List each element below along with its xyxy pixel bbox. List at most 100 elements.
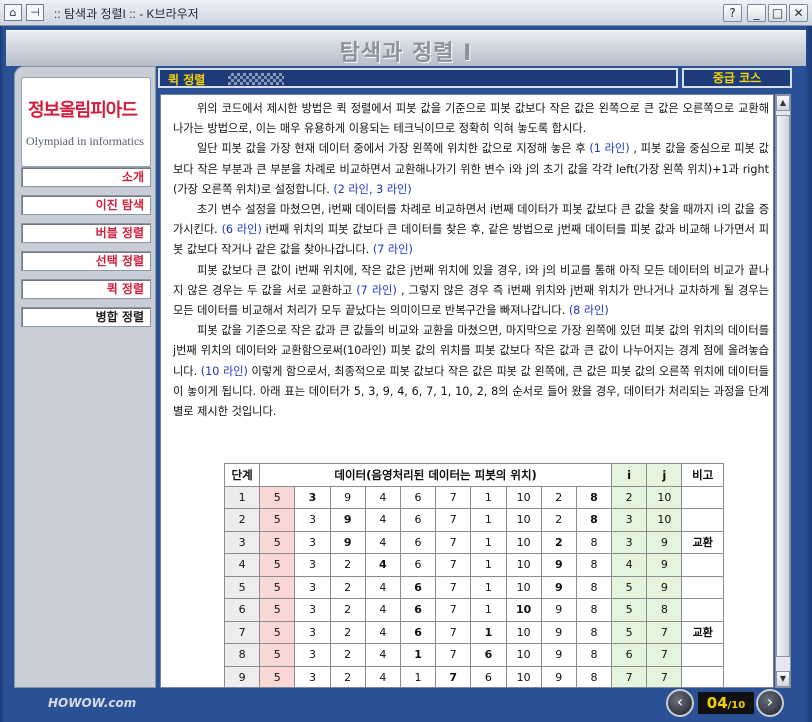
step-cell: 6 [223,598,261,622]
note-cell [681,643,724,667]
data-cell: 3 [294,620,331,644]
pin-icon[interactable]: ⊣ [26,4,44,21]
header-j: j [646,463,683,487]
j-cell: 10 [646,508,683,532]
paragraph-1-text: 위의 코드에서 제시한 방법은 퀵 정렬에서 피봇 값을 기준으로 피봇 값보다… [173,102,769,136]
step-cell: 7 [223,620,261,644]
scroll-up-icon[interactable]: ▲ [776,95,790,111]
maximize-button[interactable]: □ [768,4,787,22]
data-cell: 4 [364,553,401,577]
data-cell: 7 [435,665,472,687]
sidebar-item-quick-sort[interactable]: 퀵 정렬 [21,279,151,299]
data-cell: 6 [399,575,437,599]
data-cell: 2 [540,485,577,509]
quick-sort-steps-table: 단계 데이터(음영처리된 데이터는 피봇의 위치) i j 비고 1539467… [223,463,724,687]
next-page-button[interactable]: › [756,689,784,717]
i-cell: 5 [611,620,648,644]
header-strip: 탐색과 정렬 I [6,30,806,66]
data-cell: 8 [575,665,613,687]
sidebar-item-intro[interactable]: 소개 [21,167,151,187]
sidebar-item-selection-sort[interactable]: 선택 정렬 [21,251,151,271]
data-cell: 5 [259,575,296,599]
data-cell: 10 [505,665,542,687]
data-cell: 2 [540,508,577,532]
j-cell: 7 [646,665,683,687]
data-cell: 5 [259,665,296,687]
table-row: 3 5 3 9 4 6 7 1 10 2 8 3 9 교환 [223,530,724,554]
sidebar-item-merge-sort[interactable]: 병합 정렬 [21,307,151,327]
data-cell: 9 [540,575,577,599]
data-cell: 7 [435,508,472,532]
data-cell: 1 [470,598,507,622]
data-cell: 6 [470,665,507,687]
data-cell: 10 [505,598,542,622]
vertical-scrollbar[interactable]: ▲ ▼ [775,94,791,688]
data-cell: 1 [470,485,507,509]
prev-page-button[interactable]: ‹ [666,689,694,717]
i-cell: 6 [611,643,648,667]
j-cell: 9 [646,530,683,554]
data-cell: 8 [575,553,613,577]
table-row: 5 5 3 2 4 6 7 1 10 9 8 5 9 [223,575,724,599]
step-cell: 8 [223,643,261,667]
data-cell: 4 [364,620,401,644]
sidebar-item-binary-search[interactable]: 이진 탐색 [21,195,151,215]
data-cell: 9 [329,530,366,554]
header-step: 단계 [223,463,261,487]
data-cell: 1 [399,643,437,667]
scroll-down-icon[interactable]: ▼ [776,671,790,687]
data-cell: 8 [575,643,613,667]
total-pages: /10 [727,700,746,711]
minimize-button[interactable]: _ [747,4,766,22]
data-cell: 7 [435,643,472,667]
table-header-row: 단계 데이터(음영처리된 데이터는 피봇의 위치) i j 비고 [223,463,724,487]
data-cell: 5 [259,553,296,577]
data-cell: 8 [575,598,613,622]
table-row: 4 5 3 2 4 6 7 1 10 9 8 4 9 [223,553,724,577]
data-cell: 2 [329,598,366,622]
browser-app-icon[interactable]: ⌂ [4,4,22,21]
data-cell: 6 [399,553,437,577]
data-cell: 10 [505,508,542,532]
note-cell [681,485,724,509]
data-cell: 5 [259,530,296,554]
line-ref-link: (10 라인) [200,364,248,378]
table-body: 1 5 3 9 4 6 7 1 10 2 8 2 10 2 5 3 9 4 6 7 1 10 2 8 3 10 3 5 3 9 4 6 7 1 10… [223,485,724,687]
data-cell: 5 [259,508,296,532]
j-cell: 7 [646,643,683,667]
header-data: 데이터(음영처리된 데이터는 피봇의 위치) [259,463,613,487]
close-button[interactable]: ✕ [789,4,808,22]
data-cell: 3 [294,530,331,554]
data-cell: 2 [329,575,366,599]
page-counter: 04/10 [698,692,754,714]
scrollbar-thumb[interactable] [776,115,790,657]
header-i: i [611,463,648,487]
i-cell: 3 [611,530,648,554]
logo-english-text: Olympiad in informatics [26,134,144,148]
j-cell: 7 [646,620,683,644]
paragraph-3-text-b: i번째 위치의 피봇 값보다 큰 데이터를 찾은 후, 같은 방법으로 j번째 … [173,223,769,257]
data-cell: 4 [364,643,401,667]
data-cell: 7 [435,530,472,554]
help-button[interactable]: ? [723,4,742,22]
line-ref-link: (8 라인) [568,304,609,318]
sidebar-item-bubble-sort[interactable]: 버블 정렬 [21,223,151,243]
data-cell: 1 [470,508,507,532]
note-cell [681,665,724,687]
data-cell: 6 [399,620,437,644]
data-cell: 9 [540,620,577,644]
paragraph-2-text-a: 일단 피봇 값을 가장 현재 데이터 중에서 가장 왼쪽에 위치한 값으로 지정… [197,142,590,156]
course-level-badge: 중급 코스 [682,68,792,88]
paragraph-4: 피봇 값보다 큰 값이 i번째 위치에, 작은 값은 j번째 위치에 있을 경우… [173,261,769,322]
data-cell: 4 [364,508,401,532]
data-cell: 6 [399,530,437,554]
data-cell: 2 [329,643,366,667]
data-cell: 7 [435,620,472,644]
data-cell: 6 [399,598,437,622]
data-cell: 9 [540,665,577,687]
data-cell: 3 [294,485,331,509]
step-cell: 1 [223,485,261,509]
data-cell: 9 [540,598,577,622]
data-cell: 9 [329,485,366,509]
i-cell: 3 [611,508,648,532]
